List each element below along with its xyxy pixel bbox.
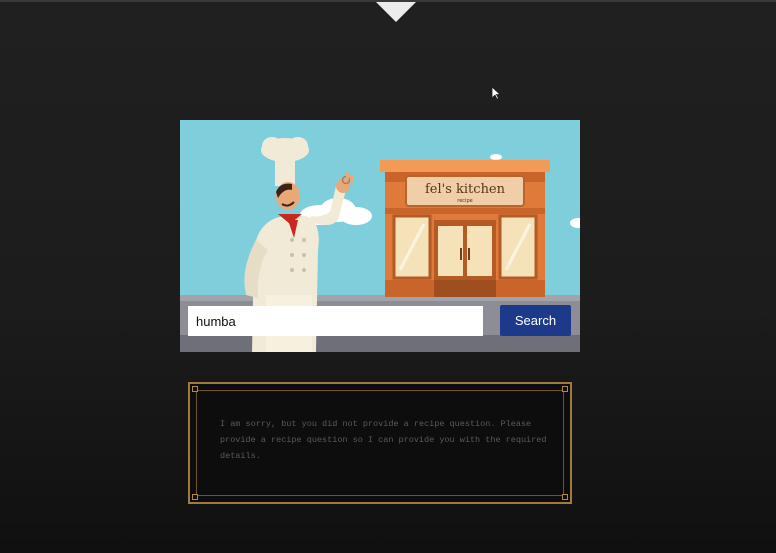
result-message: I am sorry, but you did not provide a re… [220, 419, 547, 461]
search-input[interactable] [188, 306, 483, 336]
result-panel: I am sorry, but you did not provide a re… [188, 382, 572, 504]
mouse-cursor-icon [491, 86, 501, 100]
sign-subtitle: recipe [457, 198, 472, 204]
restaurant-building: fel's kitchen recipe [380, 160, 550, 297]
corner-ornament [562, 494, 568, 500]
sign-title: fel's kitchen [425, 182, 506, 197]
corner-ornament [562, 386, 568, 392]
search-button[interactable]: Search [500, 305, 571, 336]
triangle-down-icon[interactable] [376, 2, 416, 22]
corner-ornament [192, 386, 198, 392]
corner-ornament [192, 494, 198, 500]
